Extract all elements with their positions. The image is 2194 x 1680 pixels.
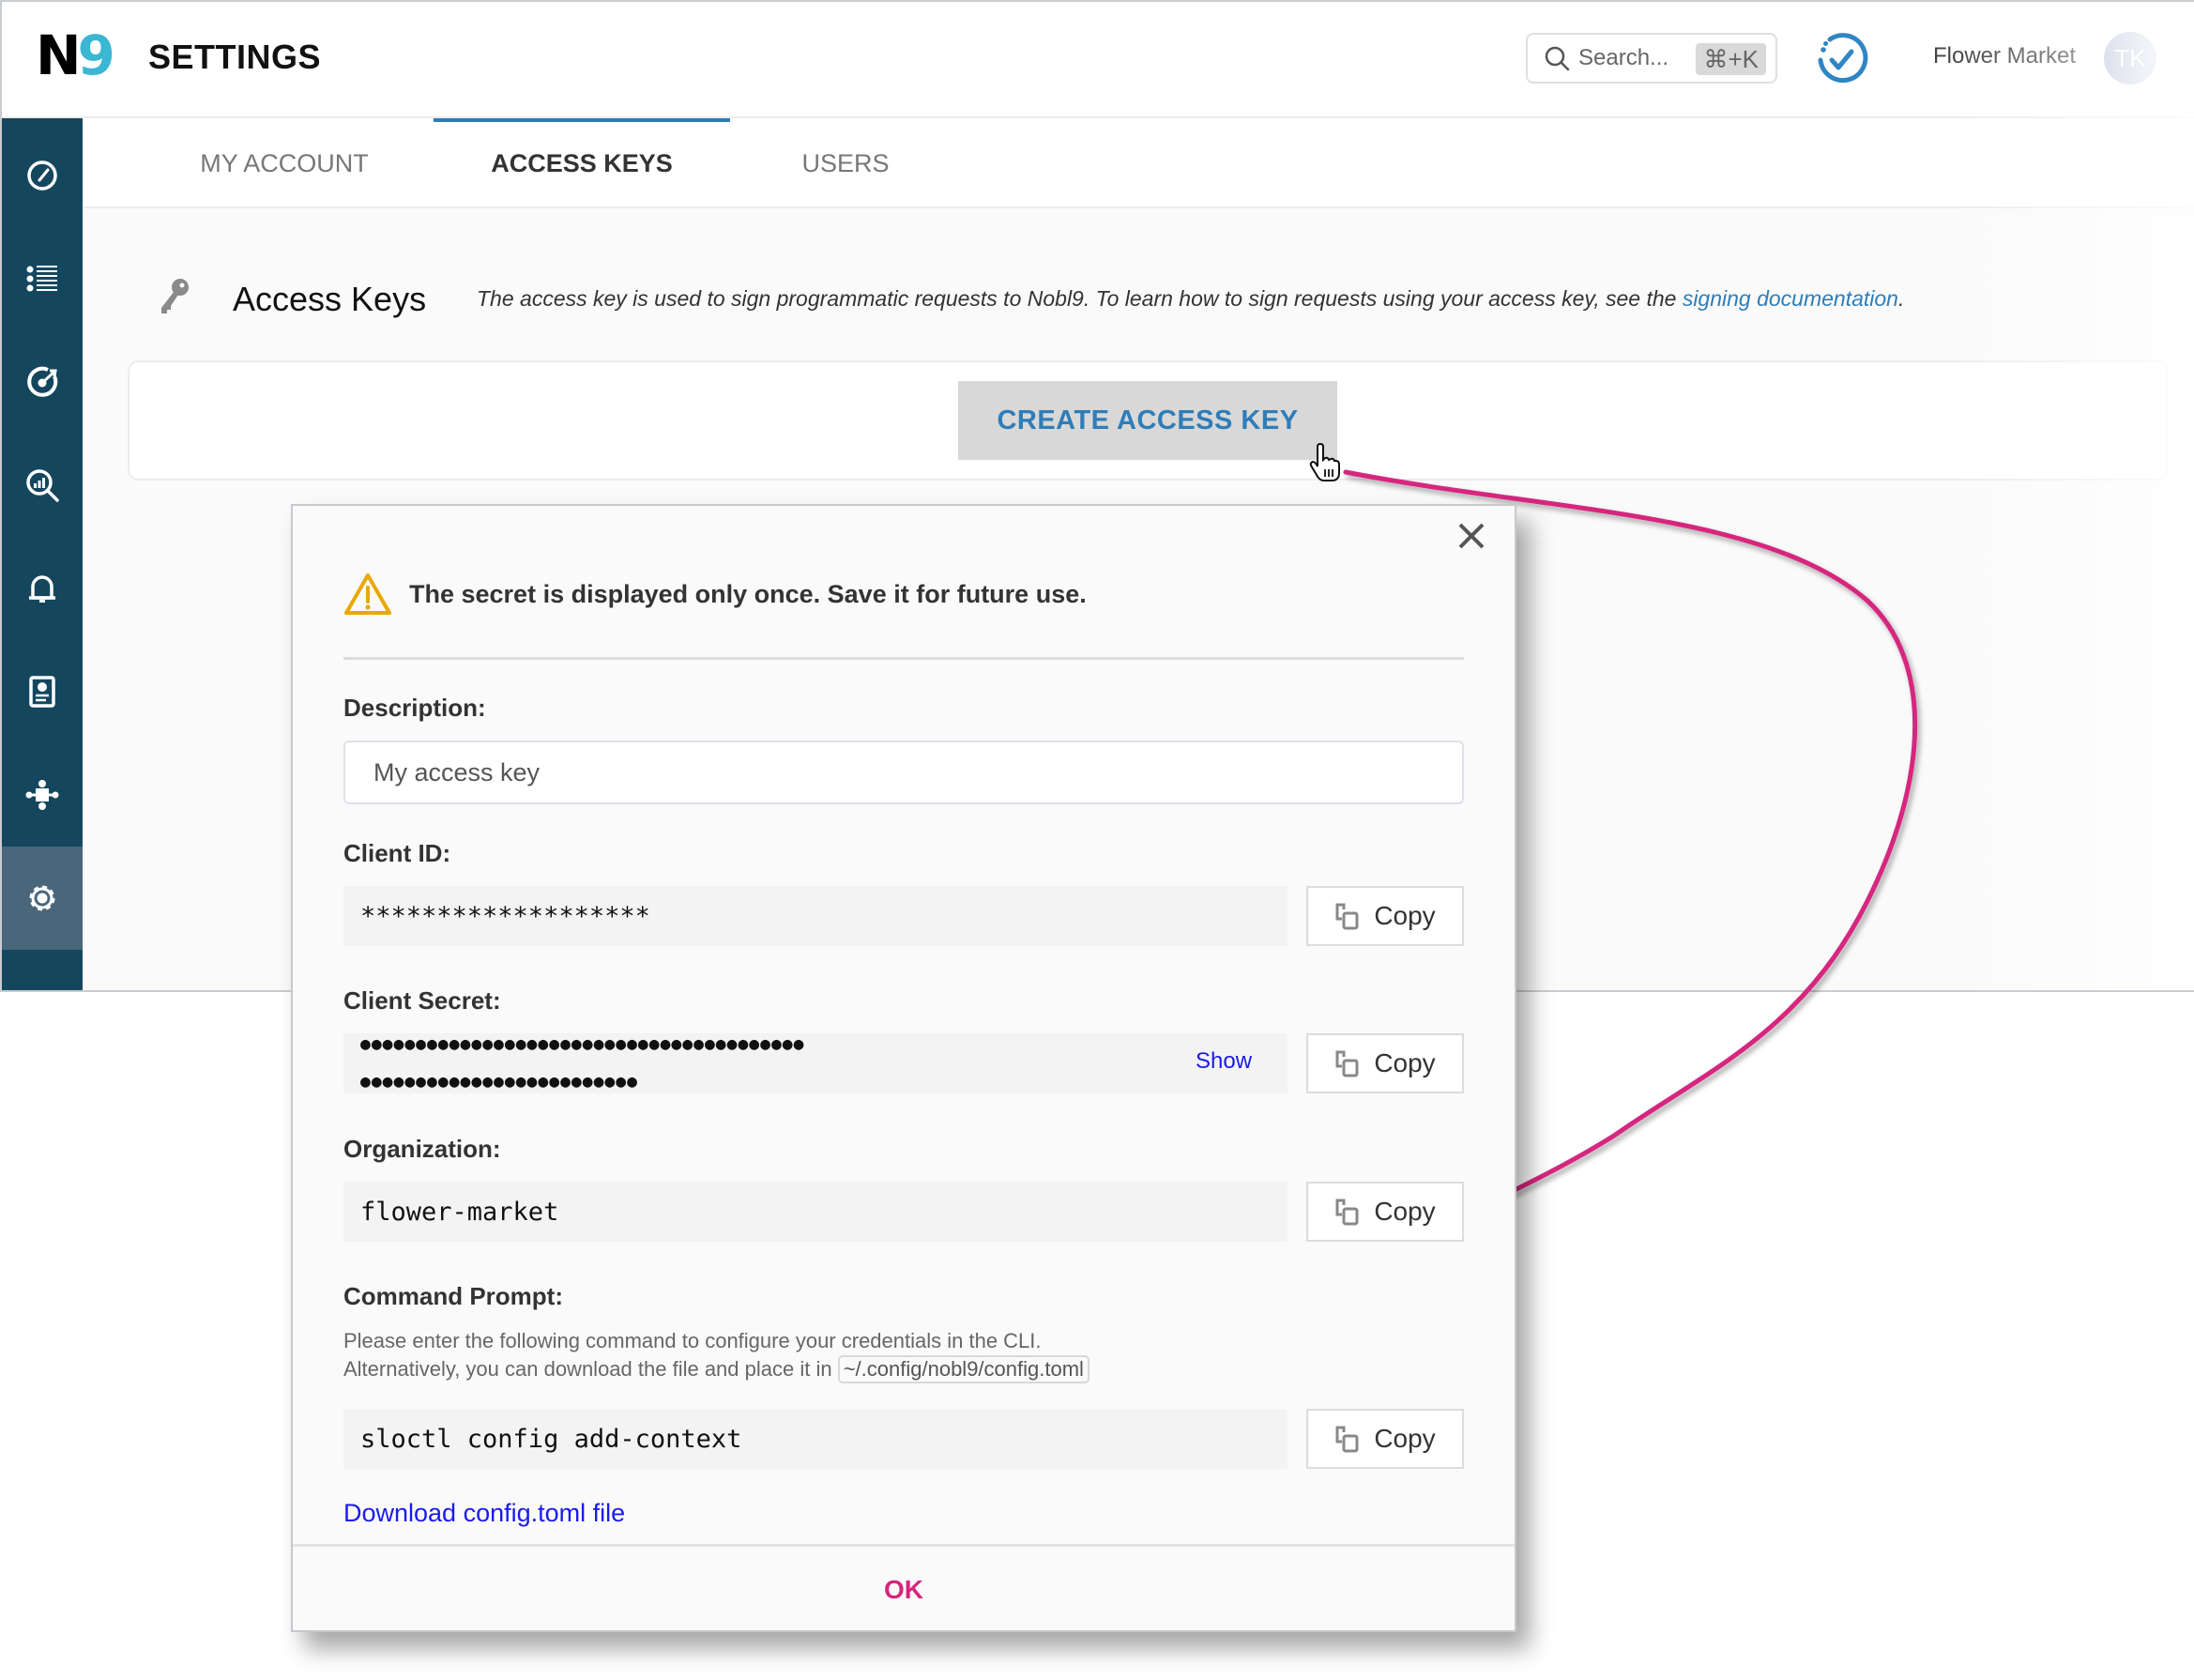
client-id-field: *******************: [343, 886, 1287, 946]
user-avatar[interactable]: TK: [2104, 32, 2156, 84]
settings-tabs: MY ACCOUNT ACCESS KEYS USERS: [83, 118, 2194, 208]
copy-label: Copy: [1374, 1048, 1436, 1077]
search-shortcut-badge: ⌘+K: [1696, 43, 1766, 75]
key-icon: [161, 279, 189, 313]
secret-line-2: ●●●●●●●●●●●●●●●●●●●●●●●●●: [360, 1072, 638, 1092]
search-chart-icon: [26, 469, 59, 502]
organization-field: flower-market: [343, 1182, 1287, 1242]
logo-nine: 9: [77, 23, 115, 87]
client-id-label: Client ID:: [343, 839, 451, 867]
copy-client-secret-button[interactable]: Copy: [1306, 1033, 1464, 1093]
tab-access-keys[interactable]: ACCESS KEYS: [434, 118, 730, 208]
command-help-text: Please enter the following command to co…: [343, 1327, 1089, 1383]
client-secret-label: Client Secret:: [343, 986, 501, 1015]
speedometer-icon: [27, 160, 57, 191]
sidebar-item-alerts[interactable]: [2, 537, 83, 640]
divider: [343, 657, 1464, 660]
help-line-2: Alternatively, you can download the file…: [343, 1355, 1089, 1383]
nobl9-logo[interactable]: N9: [36, 23, 115, 87]
organization-name[interactable]: Flower Market: [1933, 43, 2076, 69]
command-field: sloctl config add-context: [343, 1409, 1287, 1469]
report-icon: [29, 676, 55, 708]
gear-icon: [29, 885, 55, 911]
organization-label: Organization:: [343, 1135, 501, 1163]
sidebar-item-slos[interactable]: [2, 330, 83, 434]
copy-icon: [1335, 1050, 1359, 1077]
section-description: The access key is used to sign programma…: [477, 286, 1904, 312]
secret-line-1: ●●●●●●●●●●●●●●●●●●●●●●●●●●●●●●●●●●●●●●●●: [360, 1034, 805, 1054]
copy-label: Copy: [1374, 1197, 1436, 1226]
list-icon: [26, 266, 57, 292]
description-input[interactable]: My access key: [343, 741, 1464, 804]
target-icon: [27, 366, 58, 397]
ok-button[interactable]: OK: [293, 1548, 1515, 1632]
copy-icon: [1335, 1426, 1359, 1453]
footer-divider: [293, 1544, 1515, 1547]
create-access-key-button[interactable]: CREATE ACCESS KEY: [958, 381, 1337, 460]
copy-organization-button[interactable]: Copy: [1306, 1182, 1464, 1242]
copy-label: Copy: [1374, 901, 1436, 930]
description-label: Description:: [343, 694, 486, 722]
sidebar-item-settings[interactable]: [2, 847, 83, 950]
sidebar-item-reports[interactable]: [2, 640, 83, 743]
signing-documentation-link[interactable]: signing documentation: [1683, 286, 1898, 311]
search-icon: [1545, 46, 1570, 71]
copy-client-id-button[interactable]: Copy: [1306, 886, 1464, 946]
config-path-chip: ~/.config/nobl9/config.toml: [837, 1355, 1089, 1383]
tab-my-account[interactable]: MY ACCOUNT: [176, 118, 392, 208]
tab-users[interactable]: USERS: [777, 118, 914, 208]
sidebar-item-data-sources[interactable]: [2, 434, 83, 537]
page-title: SETTINGS: [148, 38, 322, 76]
warning-banner: The secret is displayed only once. Save …: [343, 572, 1087, 617]
sidebar-item-dashboard[interactable]: [2, 124, 83, 227]
help-line-1: Please enter the following command to co…: [343, 1329, 1042, 1352]
section-title: Access Keys: [233, 280, 427, 318]
command-prompt-label: Command Prompt:: [343, 1282, 563, 1310]
close-icon[interactable]: [1453, 517, 1490, 555]
description-end: .: [1897, 286, 1905, 311]
warning-icon: [344, 573, 391, 615]
sidebar: [2, 118, 83, 990]
puzzle-icon: [25, 780, 59, 810]
copy-command-button[interactable]: Copy: [1306, 1409, 1464, 1469]
description-text: The access key is used to sign programma…: [477, 286, 1683, 311]
copy-label: Copy: [1374, 1424, 1436, 1453]
checkmark-status-icon[interactable]: [1813, 32, 1869, 88]
download-config-link[interactable]: Download config.toml file: [343, 1499, 625, 1528]
help-line-2-text: Alternatively, you can download the file…: [343, 1357, 838, 1381]
hand-cursor-icon: [1309, 443, 1340, 481]
copy-icon: [1335, 1199, 1359, 1226]
top-header: N9 SETTINGS Search... ⌘+K Flower Market …: [2, 2, 2194, 118]
bell-icon: [29, 575, 55, 603]
warning-text: The secret is displayed only once. Save …: [409, 579, 1087, 608]
sidebar-item-services[interactable]: [2, 227, 83, 330]
access-key-modal: The secret is displayed only once. Save …: [291, 504, 1516, 1632]
client-secret-field: ●●●●●●●●●●●●●●●●●●●●●●●●●●●●●●●●●●●●●●●●…: [343, 1033, 1287, 1093]
show-secret-link[interactable]: Show: [1196, 1048, 1252, 1075]
sidebar-item-integrations[interactable]: [2, 743, 83, 847]
search-placeholder: Search...: [1578, 45, 1669, 70]
search-input[interactable]: Search... ⌘+K: [1526, 33, 1777, 84]
logo-n: N: [36, 23, 82, 87]
copy-icon: [1335, 903, 1359, 930]
